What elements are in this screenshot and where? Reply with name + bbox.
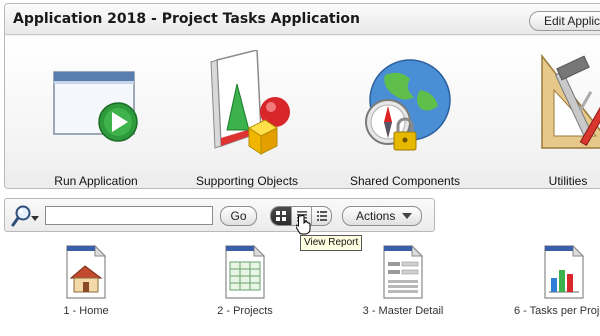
go-button[interactable]: Go — [220, 206, 257, 226]
report-page-icon — [225, 244, 266, 299]
page-item-master-detail[interactable]: 3 - Master Detail — [333, 244, 473, 317]
search-input[interactable] — [45, 206, 213, 225]
page-item-projects[interactable]: 2 - Projects — [175, 244, 315, 317]
application-header: Application 2018 - Project Tasks Applica… — [5, 4, 600, 35]
run-application-tile[interactable]: Run Application — [36, 50, 156, 188]
home-page-icon — [66, 244, 107, 299]
details-view-icon — [317, 211, 327, 221]
utilities-icon — [541, 53, 600, 149]
application-title: Application 2018 - Project Tasks Applica… — [13, 11, 360, 27]
application-panel: Application 2018 - Project Tasks Applica… — [4, 3, 600, 189]
grid-view-icon — [276, 211, 286, 221]
supporting-objects-label: Supporting Objects — [195, 174, 299, 188]
supporting-objects-tile[interactable]: Supporting Objects — [187, 50, 307, 188]
page-label-home: 1 - Home — [63, 305, 109, 317]
run-application-icon — [53, 71, 138, 142]
shared-components-tile[interactable]: Shared Components — [345, 50, 465, 188]
form-page-icon — [383, 244, 424, 299]
shared-components-label: Shared Components — [349, 174, 461, 188]
edit-application-button[interactable]: Edit Application Properties — [529, 11, 600, 31]
search-menu[interactable] — [11, 204, 41, 233]
search-icon — [11, 205, 39, 227]
chevron-down-icon — [402, 213, 412, 219]
application-tools: Run Application Supporting Objects Share… — [5, 36, 600, 188]
search-toolbar: Go Actions — [4, 198, 435, 232]
page-label-projects: 2 - Projects — [217, 305, 273, 317]
page-label-master-detail: 3 - Master Detail — [362, 305, 444, 317]
page-item-home[interactable]: 1 - Home — [16, 244, 156, 317]
hand-pointer-icon — [296, 215, 311, 235]
utilities-tile[interactable]: Utilities — [508, 50, 600, 188]
supporting-objects-icon — [210, 50, 290, 155]
view-icons-button[interactable] — [271, 207, 291, 225]
page-item-tasks-per-project[interactable]: 6 - Tasks per Project — [494, 244, 600, 317]
actions-label: Actions — [356, 209, 396, 223]
actions-menu-button[interactable]: Actions — [342, 206, 422, 226]
chart-page-icon — [544, 244, 585, 299]
run-application-label: Run Application — [54, 174, 138, 188]
shared-components-icon — [365, 59, 451, 151]
utilities-label: Utilities — [548, 174, 588, 188]
view-details-button[interactable] — [311, 207, 331, 225]
page-label-tasks-per-project: 6 - Tasks per Project — [513, 305, 600, 317]
